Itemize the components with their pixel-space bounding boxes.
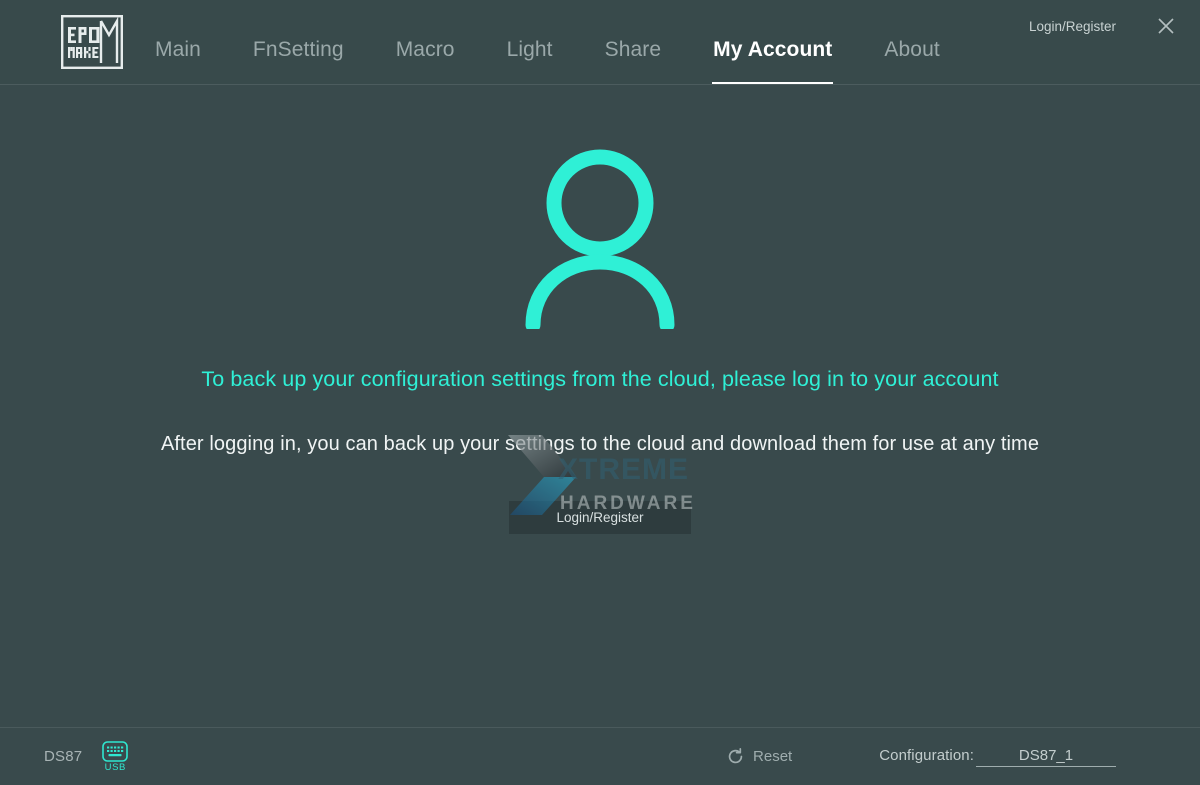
svg-text:XTREME: XTREME [558,453,689,486]
refresh-icon [727,748,744,765]
reset-button[interactable]: Reset [727,748,792,765]
nav-item-about[interactable]: About [884,39,939,84]
configuration-value-field[interactable]: DS87_1 [976,747,1116,767]
reset-button-label: Reset [753,748,792,765]
nav-item-label: Light [507,38,553,61]
nav-item-main[interactable]: Main [155,39,201,84]
nav-item-macro[interactable]: Macro [396,39,455,84]
nav-item-label: Main [155,38,201,61]
header-login-register-link[interactable]: Login/Register [1029,19,1116,34]
keyboard-icon [102,741,128,762]
configuration-selector: Configuration: DS87_1 [879,747,1116,767]
connection-type-label: USB [105,763,126,773]
account-headline: To back up your configuration settings f… [201,367,998,393]
nav-item-label: FnSetting [253,38,344,61]
nav-item-label: About [884,38,939,61]
header-actions: Login/Register [1029,14,1178,38]
device-connection-indicator[interactable]: USB [102,741,128,773]
configuration-label: Configuration: [879,747,974,764]
nav-item-label: My Account [713,38,832,61]
account-subline: After logging in, you can back up your s… [161,432,1039,456]
close-window-button[interactable] [1154,14,1178,38]
login-register-button[interactable]: Login/Register [509,501,691,534]
nav-item-my-account[interactable]: My Account [713,39,832,84]
status-bar: DS87 USB [0,727,1200,785]
status-bar-actions: Reset Configuration: DS87_1 [727,747,1116,767]
close-icon [1155,15,1177,37]
device-name-label: DS87 [44,748,82,765]
epomaker-logo [61,15,123,69]
nav-item-light[interactable]: Light [507,39,553,84]
app-header: Main FnSetting Macro Light Share My Acco… [0,0,1200,85]
nav-item-share[interactable]: Share [605,39,662,84]
nav-item-label: Macro [396,38,455,61]
application-window: Main FnSetting Macro Light Share My Acco… [0,0,1200,785]
nav-item-fnsetting[interactable]: FnSetting [253,39,344,84]
nav-item-label: Share [605,38,662,61]
account-panel: To back up your configuration settings f… [0,85,1200,727]
main-navigation: Main FnSetting Macro Light Share My Acco… [155,0,940,84]
login-register-button-label: Login/Register [556,510,643,525]
user-avatar-icon [516,143,684,329]
